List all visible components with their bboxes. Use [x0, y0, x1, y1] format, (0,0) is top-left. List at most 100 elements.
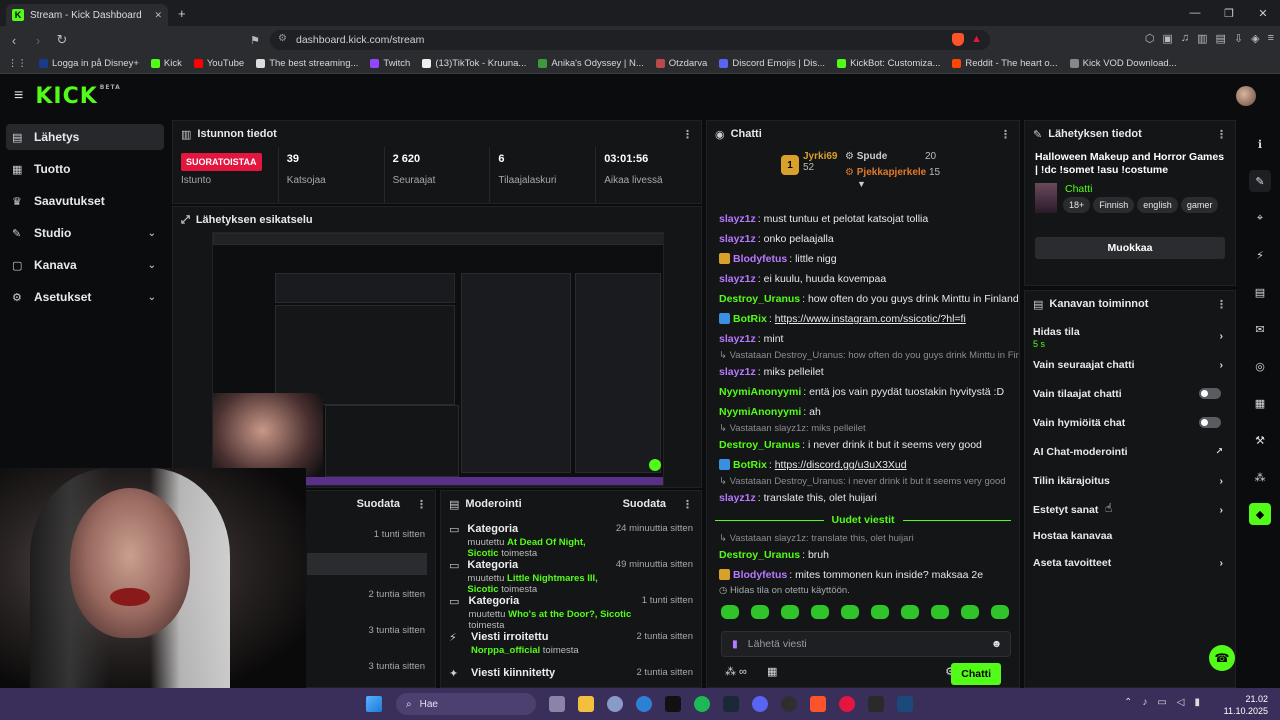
help-button[interactable]: ☎ [1209, 645, 1235, 671]
forward-icon[interactable]: › [28, 33, 48, 48]
emote-icon[interactable] [931, 605, 949, 619]
filter-button[interactable]: Suodata [623, 498, 666, 510]
chat-username[interactable]: slayz1z [719, 333, 756, 345]
menu-icon[interactable]: ≡ [1268, 32, 1274, 45]
browser-tab[interactable]: K Stream - Kick Dashboard ✕ [6, 4, 168, 26]
more-menu-icon[interactable]: ⋮ [682, 128, 693, 141]
emote-icon[interactable] [751, 605, 769, 619]
app-icon[interactable] [636, 696, 652, 712]
sidebar-item-asetukset[interactable]: ⚙ Asetukset ⌄ [6, 284, 164, 310]
emote-icon[interactable] [721, 605, 739, 619]
chat-link[interactable]: https://discord.gg/u3uX3Xud [775, 459, 907, 471]
bookmark-item[interactable]: Kick [150, 58, 182, 69]
settings-app-icon[interactable] [607, 696, 623, 712]
chat-username[interactable]: Blodyfetus [733, 569, 787, 581]
edit-icon[interactable]: ✎ [1249, 170, 1271, 192]
chat-username[interactable]: BotRix [733, 313, 767, 325]
steam-app-icon[interactable] [897, 696, 913, 712]
emote-icon[interactable] [901, 605, 919, 619]
volume-icon[interactable]: ◁ [1177, 697, 1185, 708]
chat-bubble-icon[interactable]: ✉ [1249, 318, 1271, 340]
tag[interactable]: gamer [1180, 197, 1219, 213]
task-view-icon[interactable] [549, 696, 565, 712]
sidebar-item-kanava[interactable]: ▢ Kanava ⌄ [6, 252, 164, 278]
chat-username[interactable]: Destroy_Uranus [719, 439, 800, 451]
bookmark-item[interactable]: Twitch [370, 58, 410, 69]
epic-games-icon[interactable] [868, 696, 884, 712]
new-tab-button[interactable]: + [178, 6, 186, 21]
chat-username[interactable]: NyymiAnonyymi [719, 386, 801, 398]
action-slow-mode[interactable]: Hidas tila 5 s › [1025, 321, 1235, 350]
bookmark-item[interactable]: Discord Emojis | Dis... [719, 58, 825, 69]
action-followers-only[interactable]: Vain seuraajat chatti › [1025, 350, 1235, 379]
collapse-icon[interactable]: ▼ [857, 179, 866, 189]
mic-icon[interactable]: ▮ [732, 638, 738, 650]
chat-username[interactable]: Blodyfetus [733, 253, 787, 265]
action-ai-moderation[interactable]: AI Chat-moderointi ↗ [1025, 437, 1235, 466]
download-icon[interactable]: ⇩ [1234, 32, 1243, 45]
brave-rewards-icon[interactable]: ▲ [971, 33, 982, 45]
tools-icon[interactable]: ⚒ [1249, 429, 1271, 451]
taskbar-clock[interactable]: 21.02 11.10.2025 [1224, 693, 1268, 717]
sidebar-item-saavutukset[interactable]: ♛ Saavutukset [6, 188, 164, 214]
chat-link[interactable]: https://www.instagram.com/ssicotic/?hl=f… [775, 313, 966, 325]
chat-username[interactable]: Destroy_Uranus [719, 293, 800, 305]
target-icon[interactable]: ⌖ [1249, 207, 1271, 229]
bookmark-item[interactable]: YouTube [193, 58, 244, 69]
sidebar-toggle-icon[interactable]: ▥ [1197, 32, 1207, 45]
extension-icon[interactable]: ⬡ [1145, 32, 1155, 45]
steam-icon[interactable] [723, 696, 739, 712]
stream-preview-video[interactable] [212, 232, 664, 486]
obs-icon[interactable] [781, 696, 797, 712]
bookmark-item[interactable]: Kick VOD Download... [1069, 58, 1177, 69]
action-host-channel[interactable]: Hostaa kanavaa [1025, 524, 1235, 548]
bookmark-item[interactable]: Logga in på Disney+ [39, 58, 139, 69]
brave-shield-icon[interactable] [952, 33, 964, 46]
emote-icon[interactable] [871, 605, 889, 619]
chat-username[interactable]: slayz1z [719, 233, 756, 245]
discord-icon[interactable] [752, 696, 768, 712]
chat-username[interactable]: slayz1z [719, 492, 756, 504]
network-icon[interactable]: ▭ [1157, 697, 1166, 708]
bookmark-item[interactable]: The best streaming... [256, 58, 358, 69]
taskbar-search[interactable]: ⌕ Hae [396, 693, 536, 715]
toggle-switch[interactable] [1199, 388, 1221, 399]
edit-button[interactable]: Muokkaa [1035, 237, 1225, 259]
bookmark-item[interactable]: Anika's Odyssey | N... [538, 58, 644, 69]
emote-icon[interactable] [991, 605, 1009, 619]
chat-username[interactable]: slayz1z [719, 273, 756, 285]
bookmark-item[interactable]: Otzdarva [655, 58, 707, 69]
action-emotes-only[interactable]: Vain hymiöitä chat [1025, 408, 1235, 437]
brave-icon[interactable] [810, 696, 826, 712]
maximize-button[interactable]: ❐ [1212, 7, 1246, 20]
avatar[interactable] [1236, 86, 1256, 106]
kick-bot-icon[interactable]: ◆ [1249, 503, 1271, 525]
tray-expand-icon[interactable]: ⌃ [1124, 697, 1132, 708]
tab-close-icon[interactable]: ✕ [154, 10, 162, 21]
mic-tray-icon[interactable]: ♪ [1142, 697, 1147, 708]
more-tools-icon[interactable]: ⁂ [1249, 466, 1271, 488]
send-chat-button[interactable]: Chatti [951, 663, 1001, 685]
sidebar-item-studio[interactable]: ✎ Studio ⌄ [6, 220, 164, 246]
action-set-goals[interactable]: Aseta tavoitteet › [1025, 548, 1235, 577]
chat-username[interactable]: NyymiAnonyymi [719, 406, 801, 418]
info-icon[interactable]: ℹ [1249, 133, 1271, 155]
tag[interactable]: Finnish [1093, 197, 1135, 213]
reload-icon[interactable]: ↻ [52, 32, 72, 48]
back-icon[interactable]: ‹ [4, 33, 24, 48]
bookmark-item[interactable]: KickBot: Customiza... [837, 58, 940, 69]
bookmark-item[interactable]: Reddit - The heart o... [952, 58, 1058, 69]
bookmark-item[interactable]: (13)TikTok - Kruuna... [422, 58, 526, 69]
site-info-icon[interactable]: ⚙ [278, 33, 287, 44]
filter-button[interactable]: Suodata [357, 498, 400, 510]
minimize-button[interactable]: — [1178, 7, 1212, 19]
category-name[interactable]: Chatti [1065, 183, 1092, 195]
tag[interactable]: english [1137, 197, 1178, 213]
flash-icon[interactable]: ⚡ [1249, 244, 1271, 266]
more-menu-icon[interactable]: ⋮ [1216, 128, 1227, 141]
store-icon[interactable]: ▦ [767, 665, 777, 678]
emote-icon[interactable] [811, 605, 829, 619]
chat-username[interactable]: BotRix [733, 459, 767, 471]
url-field[interactable]: ⚙ dashboard.kick.com/stream ▲ [270, 30, 990, 50]
sidebar-item-tuotto[interactable]: ▦ Tuotto [6, 156, 164, 182]
